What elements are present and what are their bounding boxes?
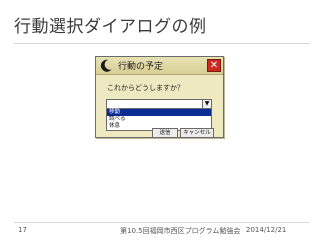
close-icon: ✕ — [209, 60, 219, 71]
dropdown-button[interactable]: ▼ — [202, 100, 211, 108]
footer-divider — [14, 222, 310, 223]
dialog-titlebar[interactable]: 行動の予定 ✕ — [96, 57, 223, 75]
title-divider — [14, 43, 310, 44]
option-investigate[interactable]: 調べる — [107, 116, 211, 123]
action-dialog: 行動の予定 ✕ これからどうしますか？ ▼ 移動 調べる 休息 送信 キャンセル — [95, 56, 224, 138]
chevron-down-icon: ▼ — [204, 100, 210, 107]
page-number: 17 — [18, 226, 27, 234]
submit-button[interactable]: 送信 — [152, 128, 178, 138]
dialog-prompt: これからどうしますか？ — [107, 84, 184, 92]
event-name: 第10.5回福岡市西区プログラム勉強会 — [120, 227, 241, 235]
moon-icon — [100, 59, 112, 72]
cancel-button[interactable]: キャンセル — [180, 128, 214, 138]
option-move[interactable]: 移動 — [107, 109, 211, 116]
event-date: 2014/12/21 — [246, 226, 287, 234]
slide-title: 行動選択ダイアログの例 — [14, 17, 207, 37]
close-button[interactable]: ✕ — [207, 59, 221, 72]
dialog-title: 行動の予定 — [118, 62, 164, 72]
